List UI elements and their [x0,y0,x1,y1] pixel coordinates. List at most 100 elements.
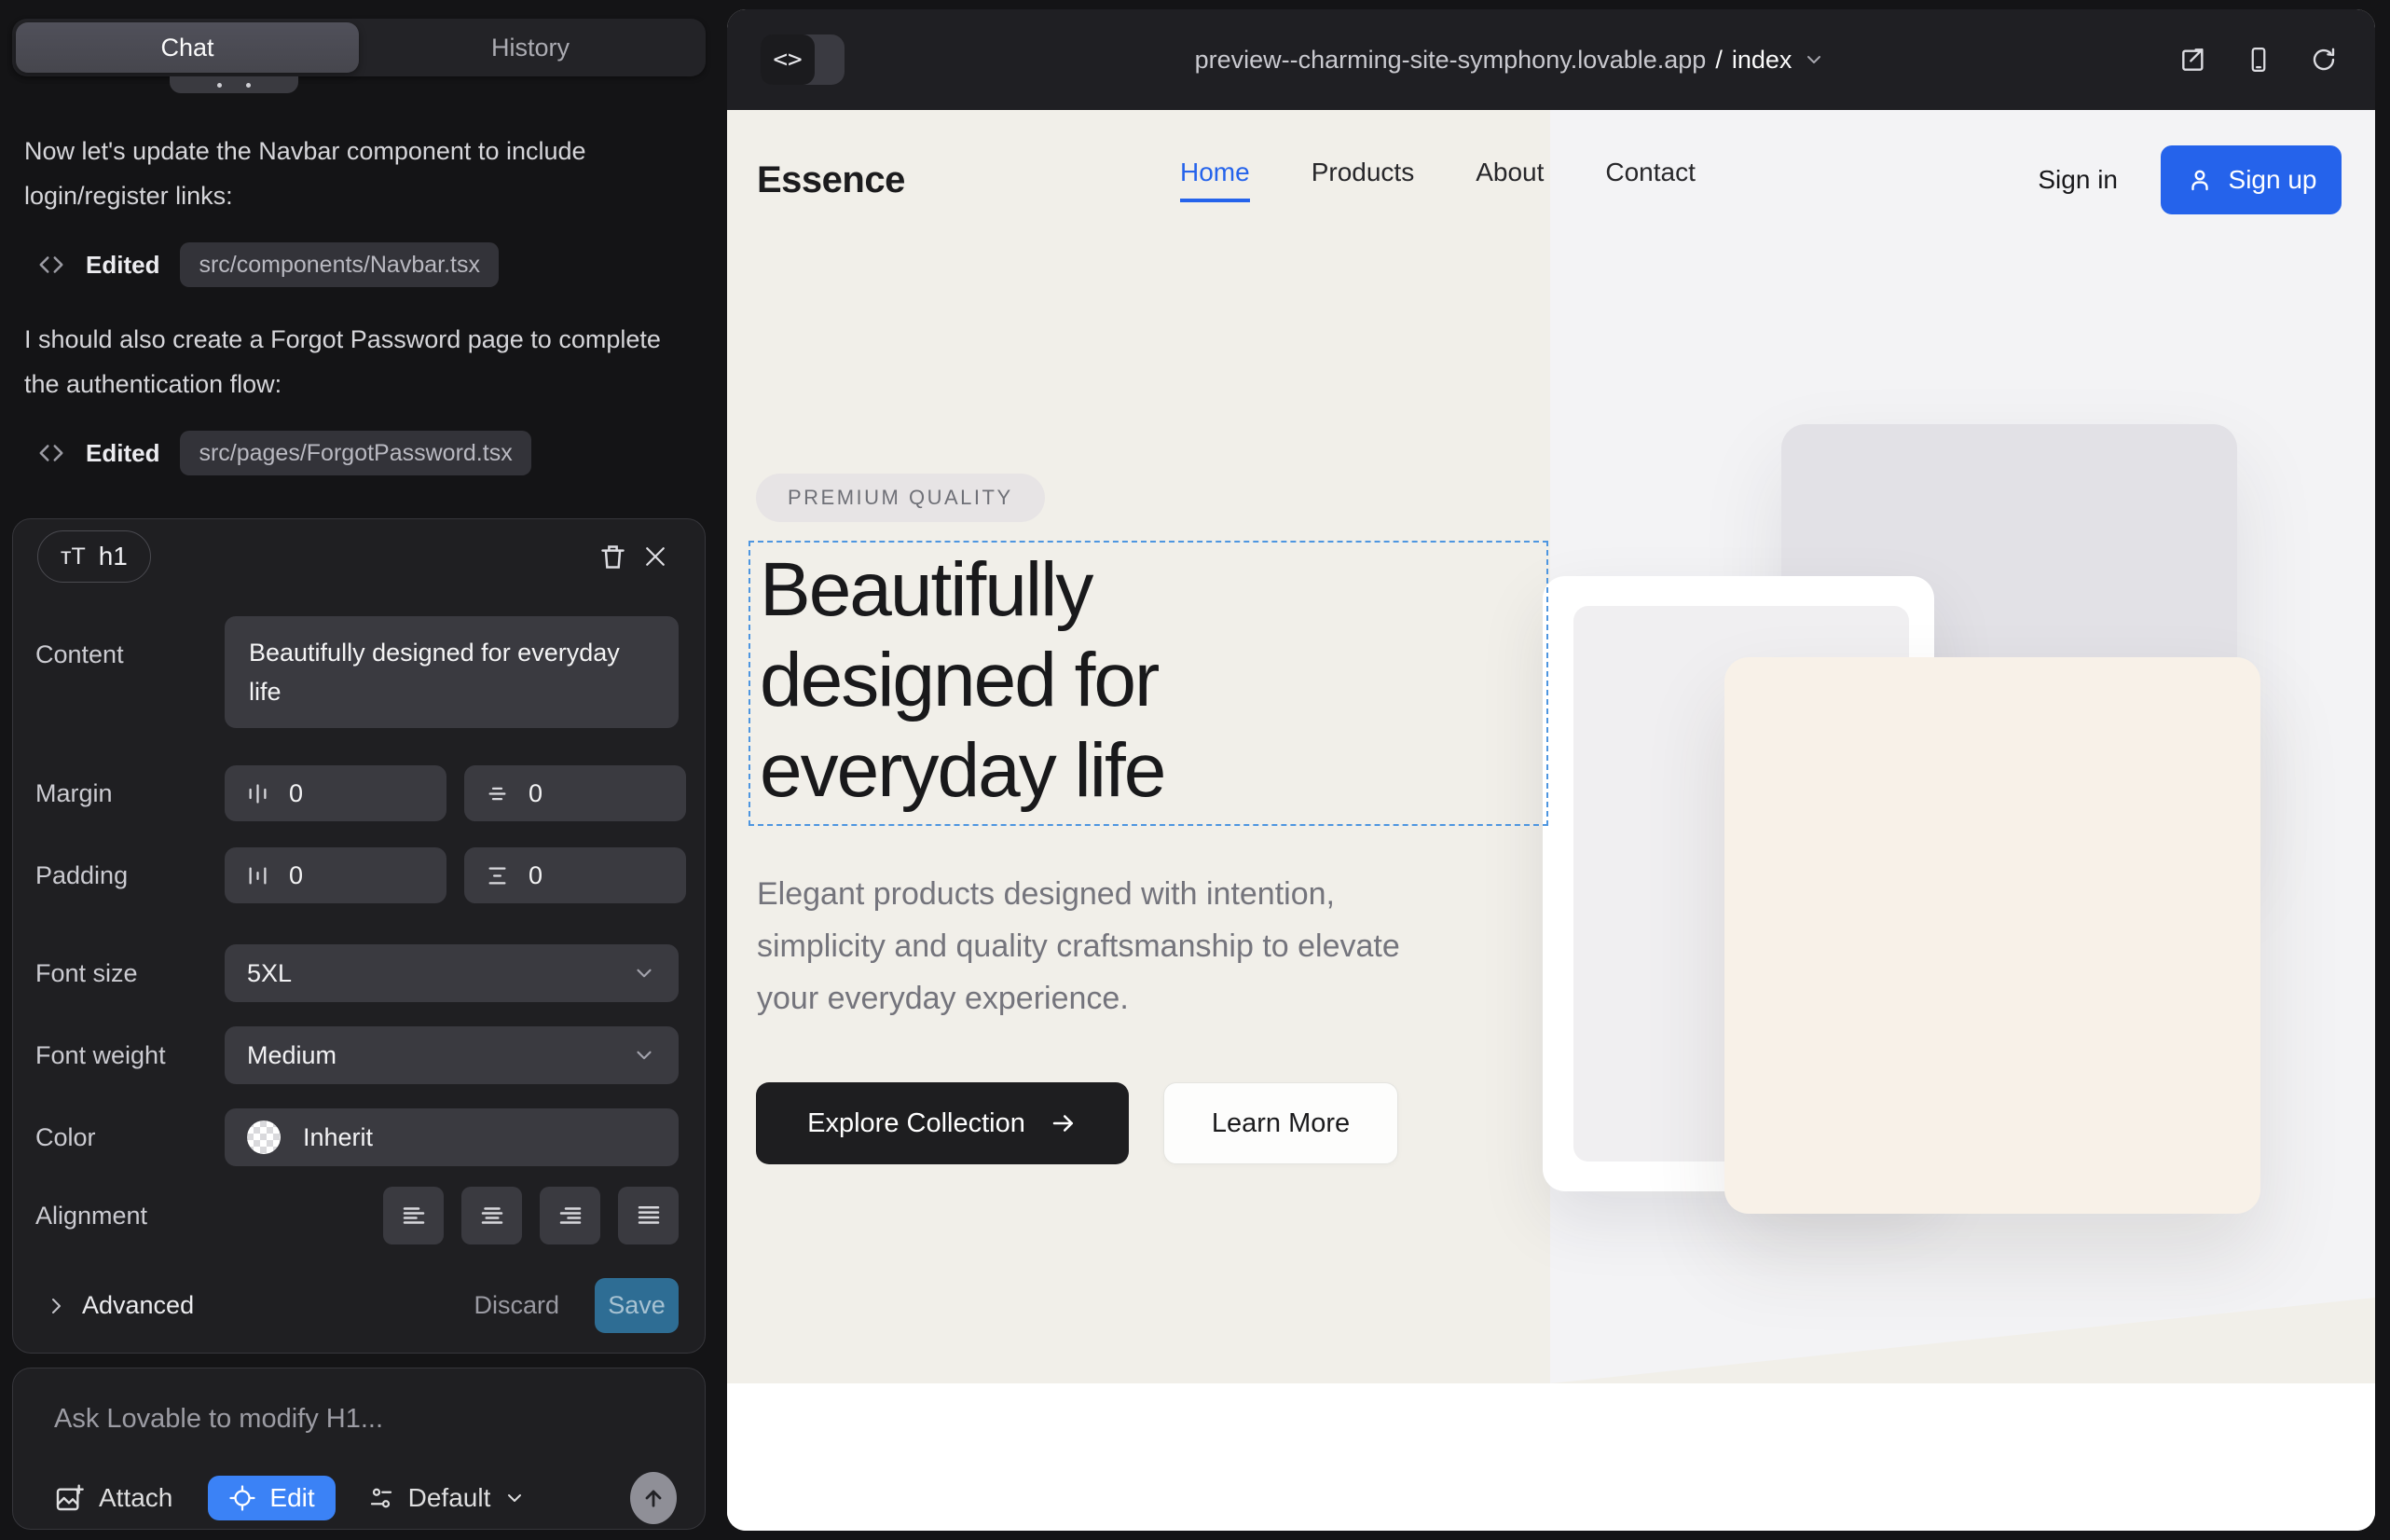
tab-chat[interactable]: Chat [16,22,359,73]
font-weight-select[interactable]: Medium [225,1026,679,1084]
content-textarea[interactable]: Beautifully designed for everyday life [225,616,679,728]
close-editor-button[interactable] [634,535,677,578]
align-justify-icon [635,1202,663,1230]
color-select[interactable]: Inherit [225,1108,679,1166]
margin-y-input[interactable]: 0 [464,765,686,821]
smartphone-icon [2245,46,2273,74]
chat-history-tabbar: Chat History [12,19,706,76]
nav-link-about[interactable]: About [1476,158,1544,202]
align-left-button[interactable] [383,1187,444,1244]
decor-card-cream [1724,657,2260,1214]
preview-pane: <> preview--charming-site-symphony.lovab… [727,9,2375,1531]
attach-image-icon [54,1483,84,1513]
save-button[interactable]: Save [595,1278,679,1333]
padding-vertical-icon [485,863,510,888]
site-nav: Home Products About Contact [1180,158,1696,202]
text-type-icon: тT [61,543,86,571]
sign-in-link[interactable]: Sign in [2038,165,2118,195]
model-default-button[interactable]: Default [367,1483,527,1513]
color-swatch [247,1121,281,1154]
learn-more-button[interactable]: Learn More [1163,1082,1398,1164]
font-size-label: Font size [35,959,225,988]
align-right-icon [556,1202,584,1230]
edit-mode-button[interactable]: Edit [208,1476,335,1520]
margin-horizontal-icon [245,781,270,806]
chat-message: Now let's update the Navbar component to… [24,129,692,218]
premium-quality-badge: PREMIUM QUALITY [756,474,1045,522]
selected-element-badge: тT h1 [37,530,151,583]
edited-label: Edited [86,251,159,280]
sliders-icon [367,1484,395,1512]
preview-path: index [1732,46,1792,75]
margin-x-input[interactable]: 0 [225,765,446,821]
site-navbar: Essence Home Products About Contact Sign… [757,144,2345,216]
scrolled-out-badge [170,76,298,93]
url-separator: / [1715,46,1723,75]
margin-vertical-icon [485,781,510,806]
code-icon [37,439,65,467]
hero-paragraph: Elegant products designed with intention… [757,868,1465,1024]
element-tag-label: h1 [99,542,128,571]
preview-url: preview--charming-site-symphony.lovable.… [1195,46,1707,75]
arrow-right-icon [1050,1109,1078,1137]
chevron-down-icon [632,1043,656,1067]
align-right-button[interactable] [540,1187,600,1244]
close-icon [641,543,669,571]
send-button[interactable] [630,1472,677,1524]
arrow-up-icon [640,1485,666,1511]
prompt-input[interactable]: Ask Lovable to modify H1... [54,1404,677,1435]
target-icon [228,1484,256,1512]
padding-label: Padding [35,861,225,890]
code-icon: <> [761,34,815,85]
chat-message: I should also create a Forgot Password p… [24,317,692,406]
user-icon [2186,166,2214,194]
edited-label: Edited [86,439,159,468]
discard-button[interactable]: Discard [474,1291,559,1320]
sign-up-button[interactable]: Sign up [2161,145,2342,214]
nav-link-contact[interactable]: Contact [1605,158,1696,202]
delete-element-button[interactable] [591,535,634,578]
font-weight-label: Font weight [35,1041,225,1070]
chevron-right-icon [45,1295,67,1317]
edited-file-row[interactable]: Edited src/components/Navbar.tsx [37,242,499,287]
font-size-select[interactable]: 5XL [225,944,679,1002]
alignment-label: Alignment [35,1202,225,1231]
edited-file-pill[interactable]: src/components/Navbar.tsx [180,242,499,287]
align-left-icon [400,1202,428,1230]
code-icon [37,251,65,279]
advanced-toggle[interactable]: Advanced [45,1291,194,1320]
element-editor-panel: тT h1 Content Beautifully designed [12,518,706,1354]
edited-file-pill[interactable]: src/pages/ForgotPassword.tsx [180,431,530,475]
refresh-icon [2310,46,2338,74]
nav-link-products[interactable]: Products [1312,158,1415,202]
url-bar[interactable]: preview--charming-site-symphony.lovable.… [845,46,2176,75]
padding-horizontal-icon [245,863,270,888]
padding-x-input[interactable]: 0 [225,847,446,903]
chevron-down-icon [503,1487,526,1509]
align-center-icon [478,1202,506,1230]
explore-collection-button[interactable]: Explore Collection [756,1082,1129,1164]
section-below-hero [727,1383,2375,1531]
code-preview-toggle[interactable]: <> [761,34,845,85]
trash-icon [598,542,628,572]
hero-heading[interactable]: Beautifully designed for everyday life [760,544,1164,816]
align-justify-button[interactable] [618,1187,679,1244]
site-logo[interactable]: Essence [757,159,905,201]
lovable-app: Chat History Now let's update the Navbar… [0,0,2390,1540]
attach-button[interactable]: Attach [54,1483,172,1513]
refresh-button[interactable] [2306,42,2342,77]
chat-panel: Chat History Now let's update the Navbar… [0,0,727,1540]
h1-selection-outline[interactable]: Beautifully designed for everyday life [749,541,1548,826]
site-canvas: Essence Home Products About Contact Sign… [727,110,2375,1531]
align-center-button[interactable] [461,1187,522,1244]
edited-file-row[interactable]: Edited src/pages/ForgotPassword.tsx [37,431,531,475]
prompt-composer: Ask Lovable to modify H1... Attach Edit … [12,1368,706,1530]
nav-link-home[interactable]: Home [1180,158,1250,202]
padding-y-input[interactable]: 0 [464,847,686,903]
mobile-view-button[interactable] [2241,42,2276,77]
tab-history[interactable]: History [359,22,702,73]
content-label: Content [35,640,225,669]
chevron-down-icon [632,961,656,985]
open-in-new-tab-button[interactable] [2176,42,2211,77]
hero-cta-row: Explore Collection Learn More [756,1082,1398,1164]
